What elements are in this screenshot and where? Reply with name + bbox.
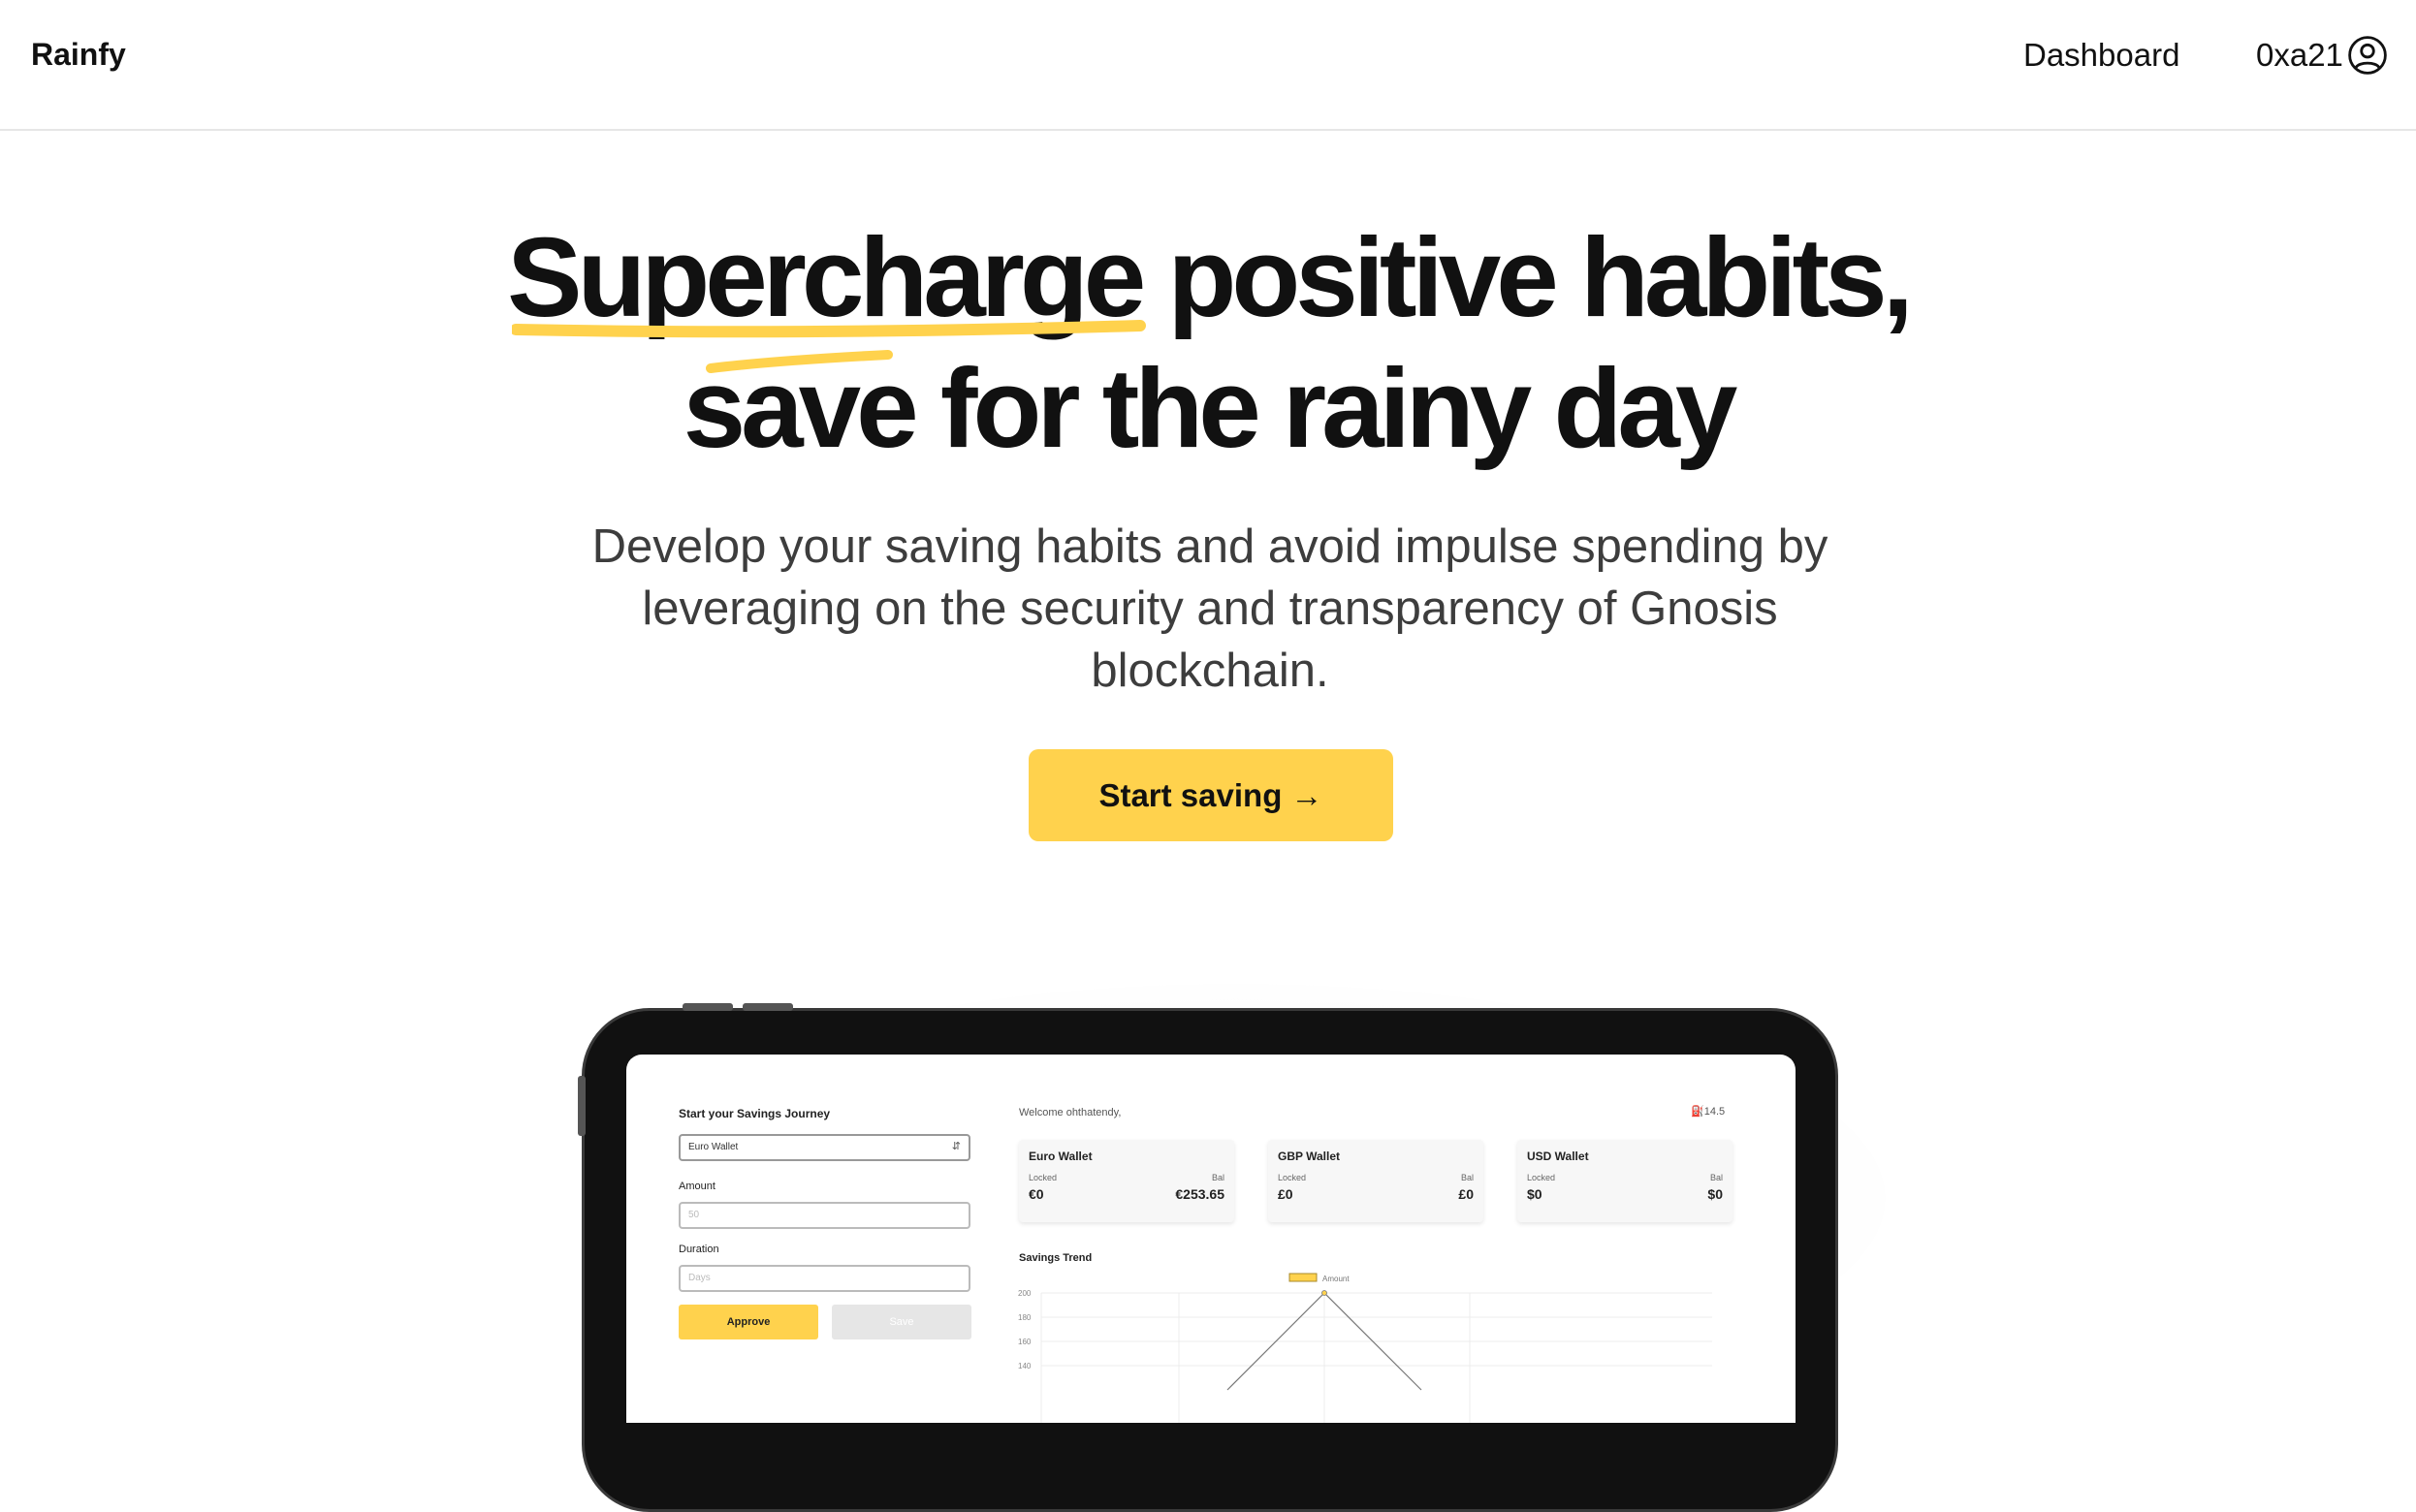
bal-label: Bal (1211, 1173, 1224, 1182)
hero-title-line2: save for the rainy day (683, 345, 1738, 471)
savings-trend-chart: Amount 200 180 160 140 (1018, 1273, 1712, 1423)
gas-icon: ⛽ (1691, 1106, 1704, 1118)
tablet-top-button (683, 1003, 733, 1011)
data-point (1321, 1290, 1327, 1296)
y-tick-label: 200 (1018, 1289, 1032, 1298)
select-chevron-icon: ⇵ (951, 1141, 961, 1152)
locked-label: Locked (1029, 1173, 1058, 1182)
tablet-side-button (578, 1076, 586, 1136)
y-tick-label: 140 (1018, 1362, 1032, 1370)
savings-trend-title: Savings Trend (1019, 1252, 1093, 1264)
dashboard-link[interactable]: Dashboard (2023, 37, 2179, 74)
wallet-name: GBP Wallet (1278, 1150, 1341, 1163)
account-address: 0xa21 (2256, 37, 2343, 73)
gas-indicator: ⛽14.5 (1691, 1105, 1725, 1118)
wallet-select-value: Euro Wallet (688, 1142, 739, 1152)
tablet-top-button (743, 1003, 793, 1011)
duration-input[interactable]: Days (679, 1265, 970, 1292)
balance-value: €253.65 (1175, 1186, 1224, 1202)
approve-button[interactable]: Approve (679, 1305, 818, 1339)
legend-swatch (1288, 1273, 1318, 1282)
save-button[interactable]: Save (832, 1305, 971, 1339)
locked-value: €0 (1029, 1186, 1044, 1202)
user-circle-icon (2348, 36, 2387, 75)
app-preview-screen: Start your Savings Journey Euro Wallet ⇵… (626, 1055, 1796, 1423)
y-tick-label: 180 (1018, 1313, 1032, 1322)
wallet-name: USD Wallet (1527, 1150, 1589, 1163)
locked-label: Locked (1527, 1173, 1556, 1182)
account-button[interactable]: 0xa21 (2256, 35, 2388, 76)
start-saving-button[interactable]: Start saving → (1029, 749, 1393, 841)
duration-label: Duration (679, 1244, 719, 1255)
balance-value: £0 (1458, 1186, 1474, 1202)
y-tick-label: 160 (1018, 1338, 1032, 1346)
locked-label: Locked (1278, 1173, 1307, 1182)
wallet-name: Euro Wallet (1029, 1150, 1093, 1163)
welcome-text: Welcome ohthatendy, (1019, 1107, 1122, 1118)
hero-title-line1: Supercharge positive habits, (507, 214, 1914, 340)
locked-value: $0 (1527, 1186, 1542, 1202)
wallet-card[interactable]: GBP Wallet Locked Bal £0 £0 (1268, 1140, 1483, 1222)
brand-logo[interactable]: Rainfy (31, 37, 126, 73)
locked-value: £0 (1278, 1186, 1293, 1202)
bal-label: Bal (1709, 1173, 1723, 1182)
amount-input[interactable]: 50 (679, 1202, 970, 1229)
balance-value: $0 (1707, 1186, 1723, 1202)
wallet-select[interactable]: Euro Wallet ⇵ (679, 1134, 970, 1161)
gas-value: 14.5 (1703, 1106, 1726, 1118)
hero-subtitle: Develop your saving habits and avoid imp… (591, 520, 1828, 697)
top-navbar: Rainfy Dashboard 0xa21 (0, 0, 2416, 131)
form-heading: Start your Savings Journey (679, 1107, 831, 1120)
bal-label: Bal (1460, 1173, 1474, 1182)
amount-label: Amount (679, 1181, 715, 1192)
legend-label: Amount (1322, 1275, 1350, 1283)
wallet-card[interactable]: Euro Wallet Locked Bal €0 €253.65 (1019, 1140, 1234, 1222)
wallet-card[interactable]: USD Wallet Locked Bal $0 $0 (1517, 1140, 1733, 1222)
